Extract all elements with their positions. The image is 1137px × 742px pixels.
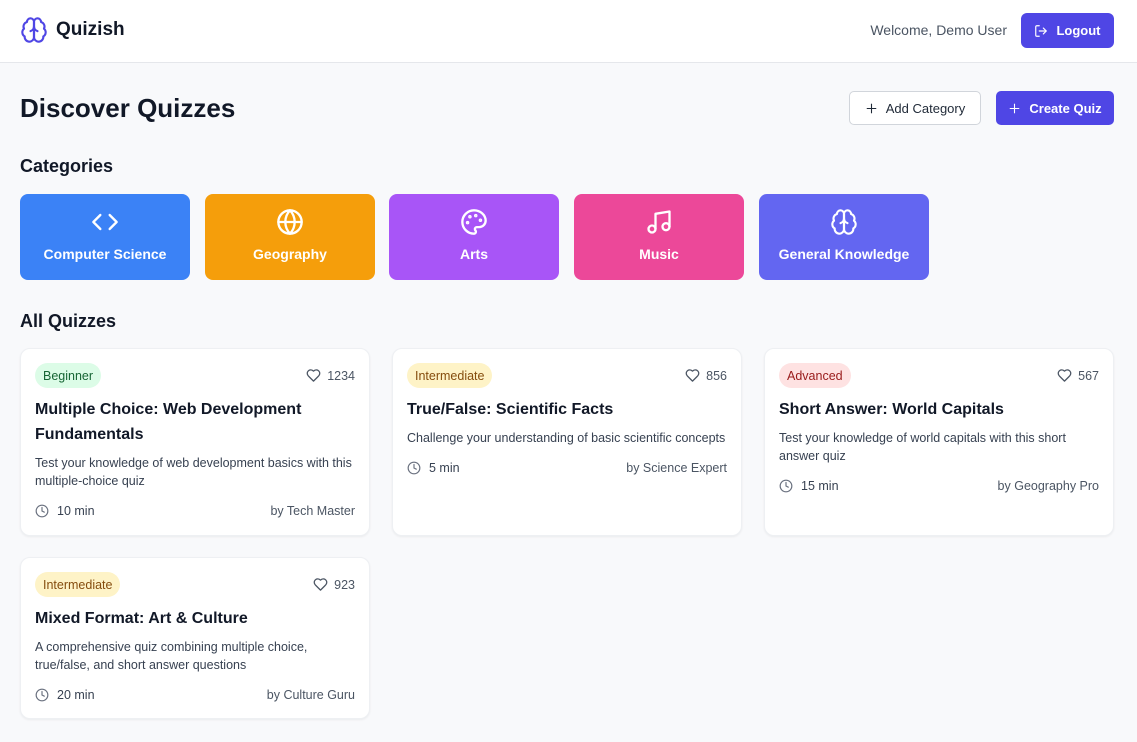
quiz-duration: 5 min	[407, 461, 460, 475]
create-quiz-button[interactable]: Create Quiz	[996, 91, 1114, 125]
duration-text: 5 min	[429, 461, 460, 475]
welcome-text: Welcome, Demo User	[870, 22, 1007, 38]
quiz-description: Test your knowledge of web development b…	[35, 456, 352, 488]
heart-icon	[1057, 369, 1072, 382]
quiz-author: by Science Expert	[626, 461, 727, 475]
plus-icon	[866, 103, 877, 113]
plus-icon	[1010, 103, 1020, 113]
code-icon	[92, 213, 118, 231]
like-count: 1234	[327, 368, 355, 383]
like-button[interactable]: 856	[685, 368, 727, 383]
quiz-duration: 10 min	[35, 504, 95, 518]
category-music[interactable]: Music	[574, 194, 744, 280]
category-label: Music	[639, 246, 679, 262]
create-quiz-label: Create Quiz	[1029, 100, 1102, 116]
quiz-author: by Geography Pro	[997, 479, 1099, 493]
palette-icon	[461, 209, 487, 235]
brand-logo[interactable]: Quizish	[20, 16, 125, 44]
like-button[interactable]: 1234	[306, 368, 355, 383]
logout-icon	[1035, 24, 1048, 37]
quiz-duration: 20 min	[35, 688, 95, 702]
top-navbar: Quizish Welcome, Demo User Logout	[0, 0, 1137, 63]
quiz-title: Mixed Format: Art & Culture	[35, 610, 248, 627]
like-count: 923	[334, 577, 355, 592]
like-count: 856	[706, 368, 727, 383]
quiz-description: Test your knowledge of world capitals wi…	[779, 431, 1066, 463]
quiz-author: by Culture Guru	[266, 688, 355, 702]
app-name: Quizish	[56, 19, 125, 40]
quiz-description: A comprehensive quiz combining multiple …	[35, 640, 308, 672]
clock-icon	[779, 479, 793, 493]
quiz-meta: 15 min by Geography Pro	[779, 479, 1099, 493]
add-category-button[interactable]: Add Category	[849, 91, 981, 125]
add-category-label: Add Category	[885, 100, 966, 116]
quiz-card[interactable]: Intermediate 856 True/False: Scientific …	[392, 348, 742, 536]
categories-heading: Categories	[20, 156, 114, 176]
like-button[interactable]: 923	[313, 577, 355, 592]
category-general-knowledge[interactable]: General Knowledge	[759, 194, 929, 280]
quiz-title: True/False: Scientific Facts	[407, 401, 614, 418]
category-arts[interactable]: Arts	[389, 194, 559, 280]
quiz-description: Challenge your understanding of basic sc…	[407, 431, 726, 445]
brain-icon	[831, 209, 857, 235]
quiz-title: Multiple Choice: Web Development Fundame…	[35, 401, 302, 443]
difficulty-badge: Intermediate	[407, 363, 493, 388]
logout-label: Logout	[1056, 23, 1101, 38]
duration-text: 20 min	[57, 688, 95, 702]
brain-icon	[21, 17, 47, 43]
quiz-meta: 5 min by Science Expert	[407, 461, 727, 475]
difficulty-badge: Advanced	[779, 363, 851, 388]
clock-icon	[35, 504, 49, 518]
category-label: Computer Science	[43, 246, 167, 262]
all-quizzes-heading: All Quizzes	[20, 311, 117, 331]
category-geography[interactable]: Geography	[205, 194, 375, 280]
category-label: General Knowledge	[778, 246, 910, 262]
quiz-title: Short Answer: World Capitals	[779, 401, 1004, 418]
difficulty-badge: Beginner	[35, 363, 102, 388]
page-title: Discover Quizzes	[20, 93, 236, 123]
heart-icon	[306, 369, 321, 382]
clock-icon	[407, 461, 421, 475]
category-computer-science[interactable]: Computer Science	[20, 194, 190, 280]
quiz-duration: 15 min	[779, 479, 839, 493]
category-label: Arts	[459, 246, 488, 262]
clock-icon	[35, 688, 49, 702]
quiz-author: by Tech Master	[270, 504, 355, 518]
quiz-card[interactable]: Advanced 567 Short Answer: World Capital…	[764, 348, 1114, 536]
music-icon	[647, 210, 671, 234]
duration-text: 10 min	[57, 504, 95, 518]
globe-icon	[277, 209, 303, 235]
difficulty-badge: Intermediate	[35, 572, 121, 597]
quiz-meta: 20 min by Culture Guru	[35, 688, 355, 702]
duration-text: 15 min	[801, 479, 839, 493]
quiz-card[interactable]: Intermediate 923 Mixed Format: Art & Cul…	[20, 557, 370, 719]
heart-icon	[685, 369, 700, 382]
logout-button[interactable]: Logout	[1021, 13, 1114, 48]
heart-icon	[313, 578, 328, 591]
category-label: Geography	[253, 246, 327, 262]
like-button[interactable]: 567	[1057, 368, 1099, 383]
like-count: 567	[1078, 368, 1099, 383]
quiz-card[interactable]: Beginner 1234 Multiple Choice: Web Devel…	[20, 348, 370, 536]
quiz-meta: 10 min by Tech Master	[35, 504, 355, 518]
